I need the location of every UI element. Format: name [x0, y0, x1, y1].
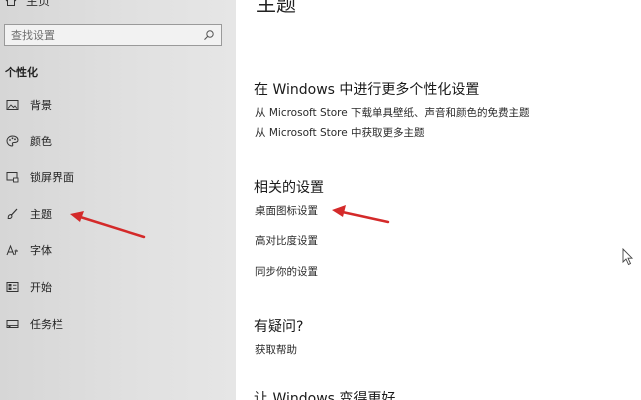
store-free-themes-link[interactable]: 从 Microsoft Store 下载单具壁纸、声音和颜色的免费主题: [255, 105, 530, 120]
sidebar-item-colors[interactable]: 颜色: [0, 126, 236, 156]
home-link[interactable]: 主页: [4, 0, 50, 9]
sidebar-item-label: 锁屏界面: [30, 171, 74, 184]
search-icon[interactable]: [201, 27, 217, 43]
picture-icon: [4, 97, 20, 113]
search-box[interactable]: [4, 24, 222, 46]
high-contrast-settings-link[interactable]: 高对比度设置: [255, 233, 318, 248]
desktop-icon-settings-link[interactable]: 桌面图标设置: [255, 203, 318, 218]
page-title: 主题: [256, 0, 296, 16]
sidebar-item-label: 主题: [30, 208, 52, 221]
mouse-cursor-icon: [622, 247, 634, 270]
lock-screen-icon: [4, 169, 20, 185]
search-input[interactable]: [5, 25, 201, 45]
question-heading: 有疑问?: [254, 319, 304, 335]
sidebar-item-label: 颜色: [30, 135, 52, 148]
sidebar-item-label: 背景: [30, 99, 52, 112]
section-title: 个性化: [5, 66, 38, 79]
improve-windows-heading: 让 Windows 变得更好: [254, 391, 396, 400]
main-content: 主题 在 Windows 中进行更多个性化设置 从 Microsoft Stor…: [236, 0, 641, 400]
font-icon: [4, 242, 20, 258]
home-label: 主页: [26, 0, 51, 8]
more-personalization-heading: 在 Windows 中进行更多个性化设置: [254, 82, 480, 98]
sidebar-item-label: 开始: [30, 281, 52, 294]
sidebar-item-background[interactable]: 背景: [0, 90, 236, 120]
brush-icon: [4, 206, 20, 222]
sidebar: 主页 个性化 背景 颜色 锁屏界面: [0, 0, 236, 400]
sidebar-item-start[interactable]: 开始: [0, 272, 236, 302]
home-icon: [4, 0, 18, 8]
start-icon: [4, 279, 20, 295]
sidebar-item-lock-screen[interactable]: 锁屏界面: [0, 162, 236, 192]
sync-settings-link[interactable]: 同步你的设置: [255, 264, 318, 279]
related-settings-heading: 相关的设置: [254, 180, 324, 196]
sidebar-item-label: 字体: [30, 244, 52, 257]
sidebar-item-themes[interactable]: 主题: [0, 199, 236, 229]
sidebar-item-label: 任务栏: [30, 318, 63, 331]
store-more-themes-link[interactable]: 从 Microsoft Store 中获取更多主题: [255, 125, 425, 140]
taskbar-icon: [4, 316, 20, 332]
palette-icon: [4, 133, 20, 149]
sidebar-item-fonts[interactable]: 字体: [0, 235, 236, 265]
sidebar-item-taskbar[interactable]: 任务栏: [0, 309, 236, 339]
get-help-link[interactable]: 获取帮助: [255, 342, 297, 357]
